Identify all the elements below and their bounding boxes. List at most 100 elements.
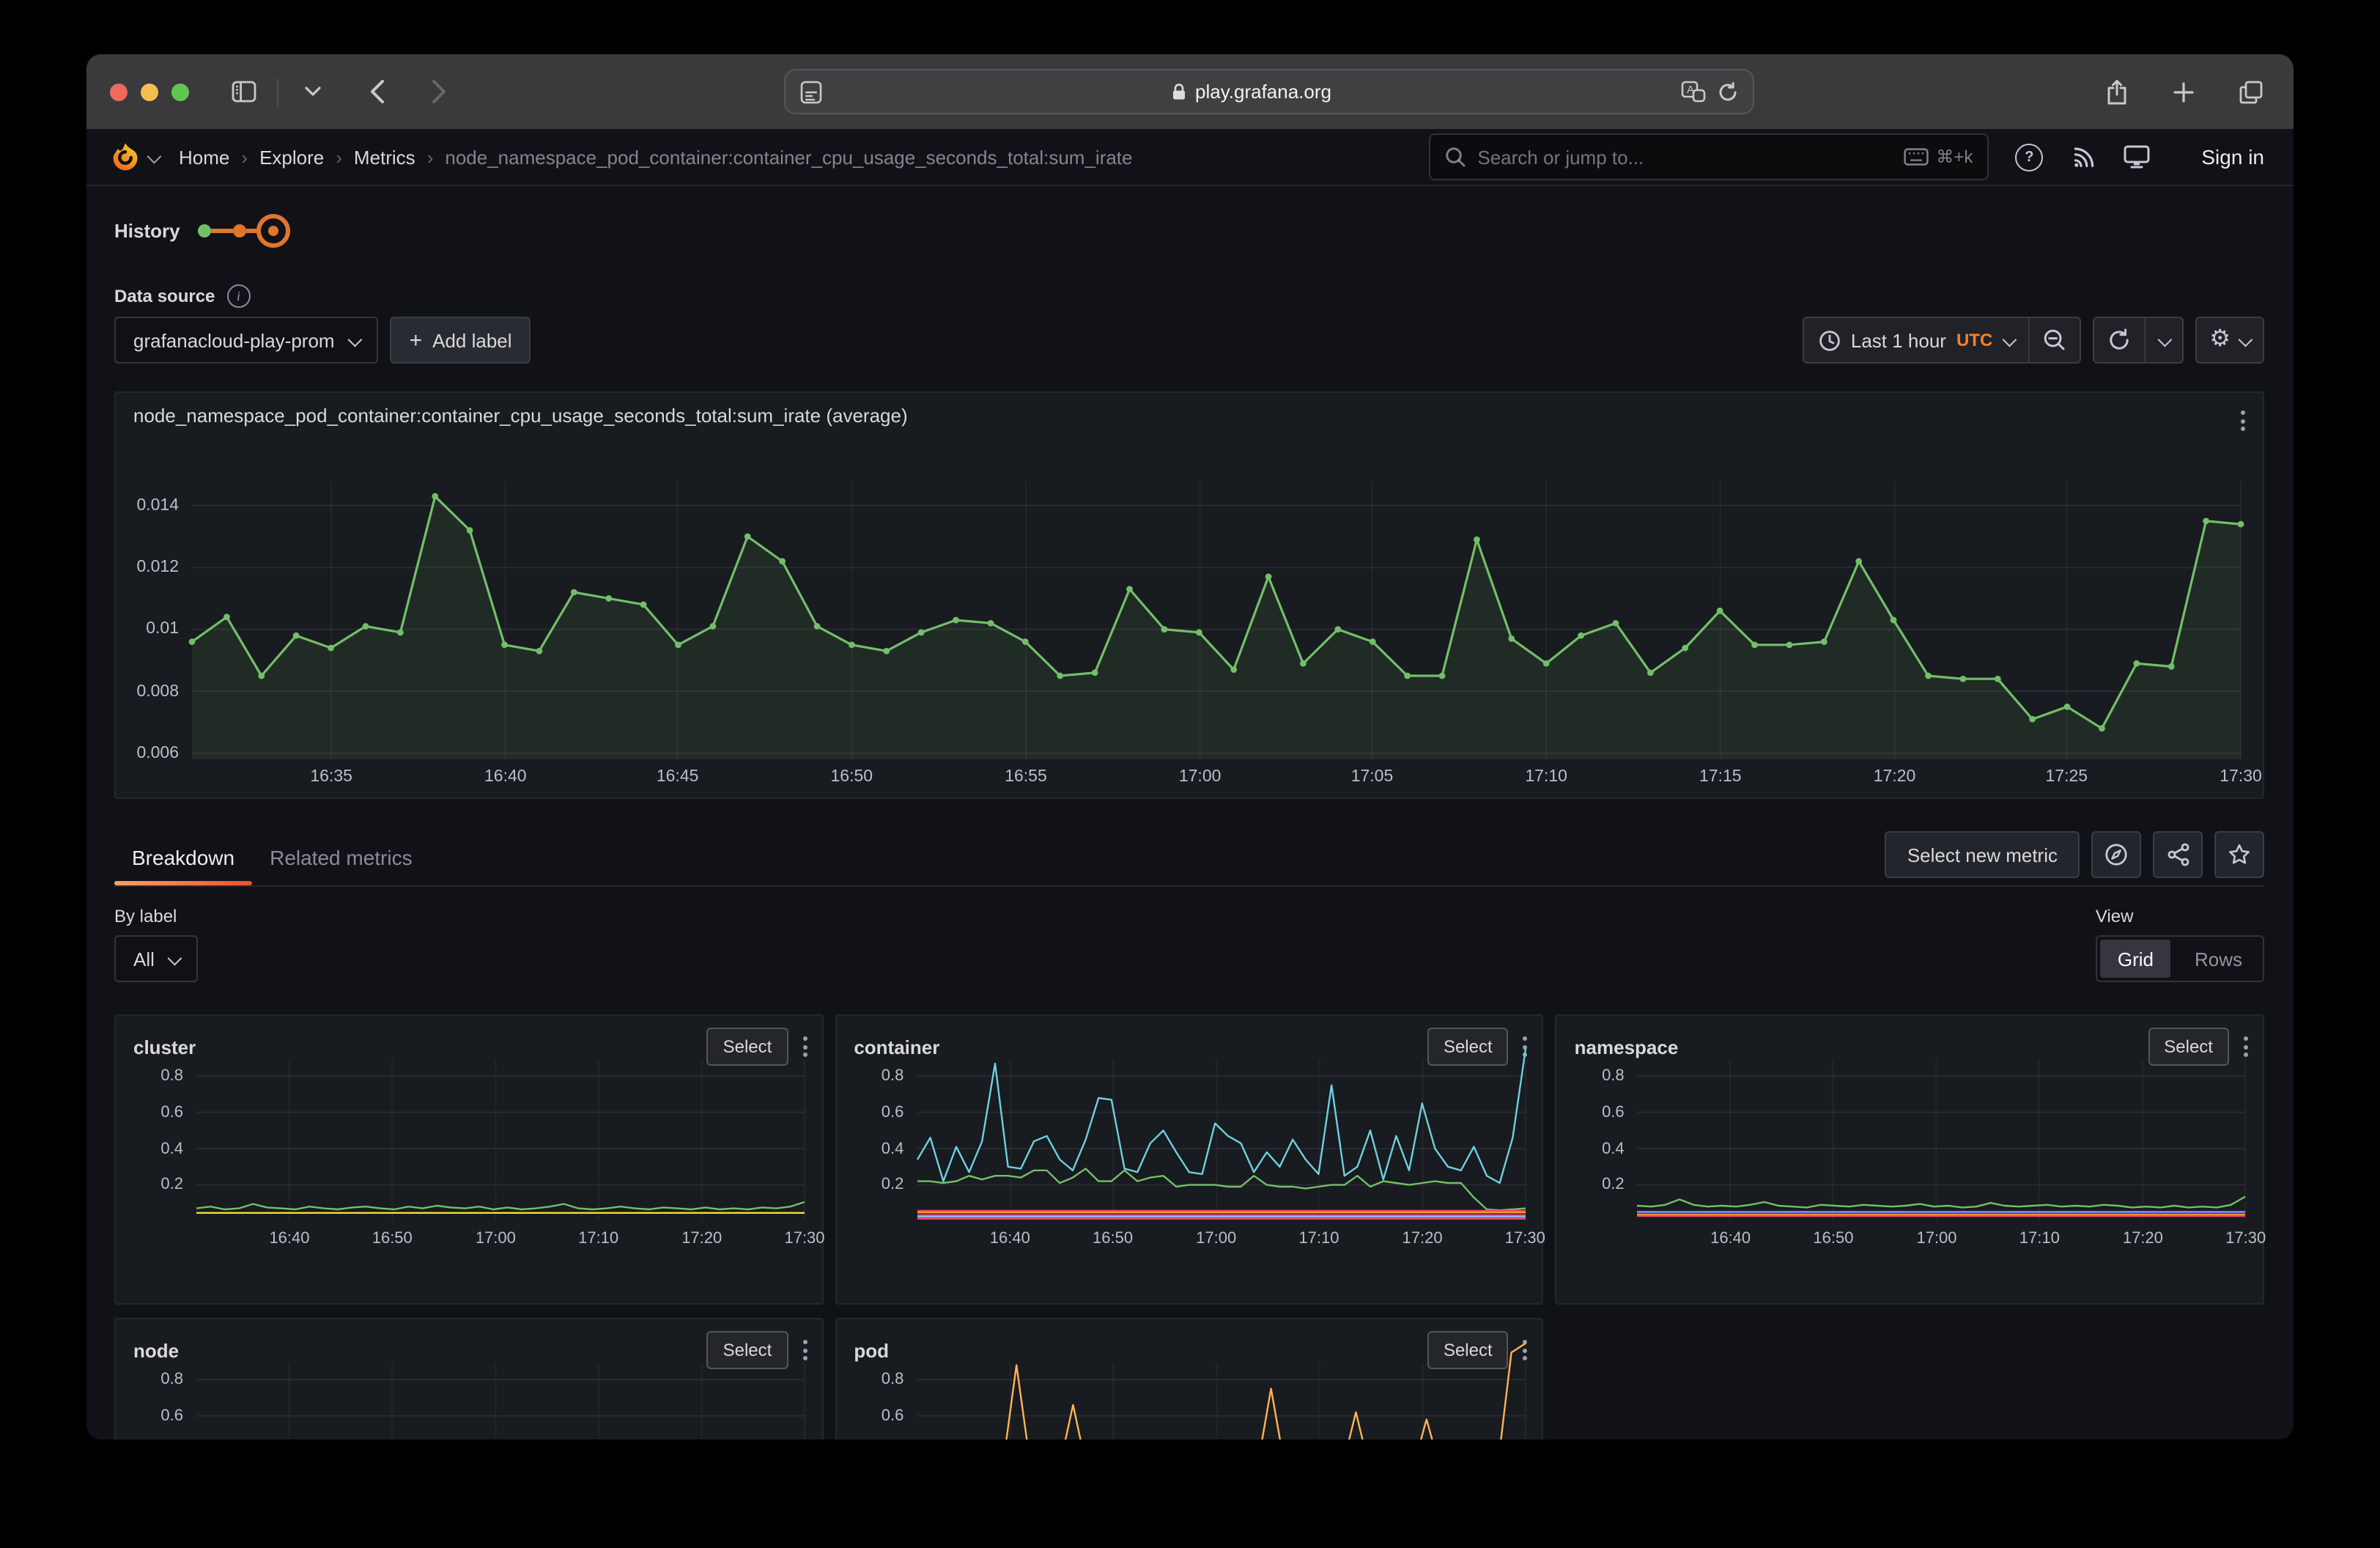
- panel-menu-button[interactable]: [2241, 1033, 2251, 1060]
- lock-icon: [1170, 82, 1186, 101]
- search-shortcut: ⌘+k: [1904, 147, 1973, 167]
- share-alt-icon: [2167, 843, 2189, 866]
- by-label-select[interactable]: All: [114, 935, 199, 982]
- history-current-step-icon[interactable]: [256, 214, 290, 248]
- tabs-row: Breakdown Related metrics Select new met…: [114, 831, 2264, 887]
- namespace-chart[interactable]: 0.20.40.60.816:4016:5017:0017:1017:2017:…: [1638, 1060, 2245, 1221]
- new-tab-button[interactable]: [2165, 73, 2203, 111]
- chevron-down-icon: [2002, 332, 2017, 347]
- toolbar-right-group: [2097, 73, 2270, 111]
- tabs-actions: Select new metric: [1885, 831, 2264, 878]
- zoom-out-button[interactable]: [2029, 318, 2079, 362]
- reload-icon[interactable]: [1717, 81, 1737, 102]
- grafana-header: Home › Explore › Metrics › node_namespac…: [86, 129, 2294, 186]
- breadcrumb-metrics[interactable]: Metrics: [354, 146, 415, 168]
- gear-icon: ⚙: [2209, 328, 2231, 352]
- panel-title: node_namespace_pod_container:container_c…: [133, 405, 908, 427]
- refresh-button[interactable]: [2093, 318, 2143, 362]
- time-range-picker: Last 1 hour UTC: [1803, 317, 2080, 364]
- tabs: Breakdown Related metrics: [114, 832, 430, 885]
- breakdown-panel-grid: cluster Select 0.20.40.60.816:4016:5017:…: [114, 1014, 2264, 1440]
- share-button[interactable]: [2097, 73, 2135, 111]
- minimize-window-button[interactable]: [141, 83, 158, 100]
- sidebar-icon: [231, 81, 256, 103]
- forward-button[interactable]: [419, 73, 457, 111]
- history-step-icon[interactable]: [233, 224, 246, 237]
- panel-title: namespace: [1575, 1036, 2148, 1058]
- panel-menu-button[interactable]: [1520, 1033, 1531, 1060]
- panel-menu-button[interactable]: [799, 1033, 810, 1060]
- view-grid-option[interactable]: Grid: [2100, 940, 2171, 978]
- news-rss-icon[interactable]: [2071, 144, 2096, 169]
- cluster-chart[interactable]: 0.20.40.60.816:4016:5017:0017:1017:2017:…: [196, 1060, 804, 1221]
- datasource-picker[interactable]: grafanacloud-play-prom: [114, 317, 379, 364]
- container-chart[interactable]: 0.20.40.60.816:4016:5017:0017:1017:2017:…: [917, 1060, 1524, 1221]
- breakdown-panel-node: node Select 0.20.40.60.816:4016:5017:001…: [114, 1318, 823, 1440]
- sidebar-toggle-button[interactable]: [224, 73, 262, 111]
- sign-in-button[interactable]: Sign in: [2201, 145, 2264, 169]
- datasource-label-row: Data source i: [114, 284, 2264, 308]
- url-text: play.grafana.org: [1195, 81, 1331, 103]
- breakdown-panel-pod: pod Select 0.20.40.60.816:4016:5017:0017…: [835, 1318, 1543, 1440]
- breadcrumb: Home › Explore › Metrics › node_namespac…: [179, 146, 1133, 168]
- translate-icon[interactable]: A: [1680, 81, 1705, 103]
- browser-toolbar: play.grafana.org A: [86, 54, 2294, 129]
- back-button[interactable]: [358, 73, 396, 111]
- share-metric-button[interactable]: [2153, 831, 2203, 878]
- by-label-label: By label: [114, 906, 199, 926]
- add-label-text: Add label: [432, 329, 511, 351]
- display-icon[interactable]: [2124, 145, 2150, 169]
- tab-related-metrics[interactable]: Related metrics: [252, 832, 430, 885]
- pod-chart[interactable]: 0.20.40.60.816:4016:5017:0017:1017:2017:…: [917, 1363, 1524, 1440]
- add-label-button[interactable]: + Add label: [391, 317, 531, 364]
- address-bar[interactable]: play.grafana.org A: [783, 69, 1753, 114]
- zoom-out-icon: [2042, 328, 2066, 352]
- forward-icon: [430, 79, 446, 104]
- panel-title: node: [133, 1339, 707, 1361]
- window-controls: [110, 83, 189, 100]
- breadcrumb-separator: ›: [241, 146, 248, 168]
- breakdown-panel-cluster: cluster Select 0.20.40.60.816:4016:5017:…: [114, 1014, 823, 1305]
- history-trail[interactable]: [198, 214, 290, 248]
- breadcrumb-home[interactable]: Home: [179, 146, 229, 168]
- grafana-logo-menu[interactable]: [110, 141, 158, 172]
- breadcrumb-separator: ›: [427, 146, 434, 168]
- sidebar-chevron-button[interactable]: [293, 73, 331, 111]
- view-label: View: [2096, 906, 2264, 926]
- back-icon: [369, 79, 385, 104]
- panel-menu-button[interactable]: [2238, 408, 2248, 434]
- share-icon: [2105, 78, 2127, 105]
- history-row: History: [114, 214, 2264, 248]
- node-chart[interactable]: 0.20.40.60.816:4016:5017:0017:1017:2017:…: [196, 1363, 804, 1440]
- settings-button[interactable]: ⚙: [2195, 317, 2264, 364]
- info-icon[interactable]: i: [226, 284, 250, 308]
- header-icon-group: ? Sign in: [2015, 143, 2264, 171]
- view-rows-option[interactable]: Rows: [2174, 937, 2263, 981]
- time-controls: Last 1 hour UTC: [1803, 317, 2264, 364]
- search-input[interactable]: Search or jump to... ⌘+k: [1429, 133, 1989, 180]
- explore-button[interactable]: [2091, 831, 2141, 878]
- tab-overview-button[interactable]: [2232, 73, 2270, 111]
- bookmark-button[interactable]: [2214, 831, 2264, 878]
- history-step-icon[interactable]: [198, 224, 211, 237]
- chevron-down-icon: [2239, 332, 2253, 347]
- left-controls: grafanacloud-play-prom + Add label: [114, 317, 531, 364]
- tabs-icon: [2239, 80, 2263, 103]
- breakdown-panel-namespace: namespace Select 0.20.40.60.816:4016:501…: [1556, 1014, 2264, 1305]
- panel-menu-button[interactable]: [799, 1337, 810, 1363]
- explore-content: History Data source i: [86, 214, 2294, 1440]
- help-icon[interactable]: ?: [2015, 143, 2043, 171]
- panel-menu-button[interactable]: [1520, 1337, 1531, 1363]
- zoom-window-button[interactable]: [171, 83, 189, 100]
- select-new-metric-button[interactable]: Select new metric: [1885, 831, 2080, 878]
- tab-breakdown[interactable]: Breakdown: [114, 832, 252, 885]
- close-window-button[interactable]: [110, 83, 128, 100]
- browser-window: play.grafana.org A: [86, 54, 2294, 1440]
- refresh-interval-button[interactable]: [2145, 318, 2181, 362]
- compass-icon: [2104, 843, 2128, 866]
- breakdown-panel-container: container Select 0.20.40.60.816:4016:501…: [835, 1014, 1543, 1305]
- cpu-usage-chart[interactable]: 0.0060.0080.010.0120.01416:3516:4016:451…: [192, 481, 2241, 759]
- reader-icon[interactable]: [799, 80, 821, 103]
- breadcrumb-explore[interactable]: Explore: [259, 146, 324, 168]
- time-range-button[interactable]: Last 1 hour UTC: [1804, 329, 2028, 351]
